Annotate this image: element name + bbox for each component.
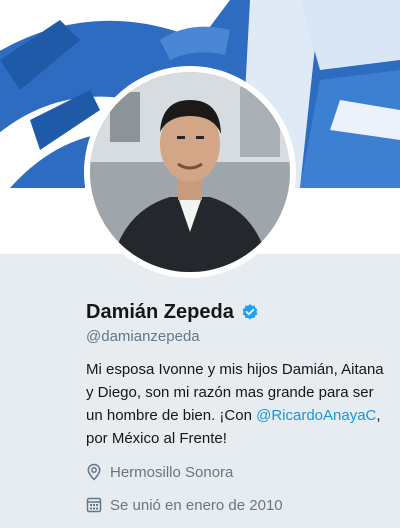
- profile-bio: Mi esposa Ivonne y mis hijos Damián, Ait…: [86, 358, 386, 450]
- profile-name[interactable]: Damián Zepeda: [86, 301, 234, 324]
- location-text: Hermosillo Sonora: [110, 463, 234, 481]
- join-date-text: Se unió en enero de 2010: [110, 496, 283, 514]
- profile-join-date: Se unió en enero de 2010: [86, 496, 283, 514]
- avatar[interactable]: [90, 72, 290, 272]
- profile-handle[interactable]: @damianzepeda: [86, 328, 200, 345]
- profile-name-row: Damián Zepeda: [86, 298, 259, 326]
- verified-badge-icon: [242, 304, 258, 320]
- bio-mention-link[interactable]: @RicardoAnayaC: [256, 407, 376, 424]
- location-pin-icon: [87, 463, 101, 481]
- profile-location: Hermosillo Sonora: [86, 463, 233, 481]
- avatar-image: [90, 72, 290, 272]
- calendar-icon: [86, 497, 102, 513]
